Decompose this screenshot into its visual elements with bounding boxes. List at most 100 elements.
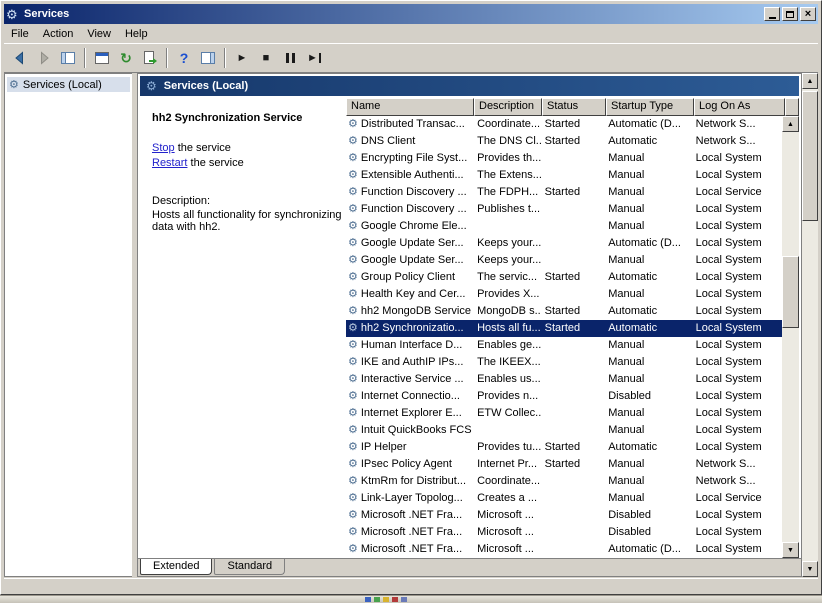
stop-icon: ■ <box>263 52 270 64</box>
service-startup-type: Manual <box>604 422 691 439</box>
service-description-cell: Coordinate... <box>473 116 541 133</box>
scroll-up-button[interactable]: ▲ <box>782 116 799 132</box>
restart-service-link[interactable]: Restart <box>152 157 187 169</box>
service-description-cell: Provides n... <box>473 388 541 405</box>
restart-service-button[interactable]: ► <box>302 46 326 70</box>
table-row[interactable]: ⚙Distributed Transac... Coordinate... St… <box>346 116 782 133</box>
table-row[interactable]: ⚙Microsoft .NET Fra... Microsoft ... Dis… <box>346 507 782 524</box>
scroll-down-button[interactable]: ▼ <box>782 542 799 558</box>
tab-standard[interactable]: Standard <box>214 559 285 575</box>
close-button[interactable]: × <box>800 7 816 21</box>
column-header-startup-type[interactable]: Startup Type <box>606 98 694 116</box>
table-row[interactable]: ⚙Google Update Ser... Keeps your... Auto… <box>346 235 782 252</box>
taskbar-icon[interactable] <box>365 597 371 602</box>
table-row[interactable]: ⚙Internet Connectio... Provides n... Dis… <box>346 388 782 405</box>
stop-service-link[interactable]: Stop <box>152 142 175 154</box>
table-row[interactable]: ⚙Extensible Authenti... The Extens... Ma… <box>346 167 782 184</box>
selected-service-title: hh2 Synchronization Service <box>152 112 336 124</box>
start-service-button[interactable]: ► <box>230 46 254 70</box>
column-header-status[interactable]: Status <box>542 98 606 116</box>
help-button[interactable]: ? <box>172 46 196 70</box>
table-row[interactable]: ⚙KtmRm for Distribut... Coordinate... Ma… <box>346 473 782 490</box>
taskbar-icon[interactable] <box>383 597 389 602</box>
column-header-name[interactable]: Name <box>346 98 474 116</box>
service-name: Internet Connectio... <box>361 388 460 405</box>
forward-arrow-icon <box>36 50 52 66</box>
service-gear-icon: ⚙ <box>348 286 358 303</box>
show-action-pane-button[interactable] <box>196 46 220 70</box>
service-status <box>541 541 605 558</box>
table-row[interactable]: ⚙hh2 Synchronizatio... Hosts all fu... S… <box>346 320 782 337</box>
tab-extended[interactable]: Extended <box>140 559 212 575</box>
service-startup-type: Manual <box>604 456 691 473</box>
service-description-cell: Microsoft ... <box>473 541 541 558</box>
table-row[interactable]: ⚙hh2 MongoDB Service MongoDB s... Starte… <box>346 303 782 320</box>
table-row[interactable]: ⚙Google Update Ser... Keeps your... Manu… <box>346 252 782 269</box>
service-log-on-as: Local System <box>692 354 782 371</box>
table-row[interactable]: ⚙Health Key and Cer... Provides X... Man… <box>346 286 782 303</box>
scroll-up-button[interactable]: ▲ <box>802 73 818 89</box>
service-status <box>541 507 605 524</box>
table-row[interactable]: ⚙Intuit QuickBooks FCS Manual Local Syst… <box>346 422 782 439</box>
service-gear-icon: ⚙ <box>348 524 358 541</box>
title-bar[interactable]: ⚙ Services × <box>4 4 818 24</box>
scroll-down-button[interactable]: ▼ <box>802 561 818 577</box>
service-gear-icon: ⚙ <box>348 252 358 269</box>
taskbar-icon[interactable] <box>401 597 407 602</box>
table-row[interactable]: ⚙DNS Client The DNS Cl... Started Automa… <box>346 133 782 150</box>
service-startup-type: Manual <box>604 184 691 201</box>
tree-item-services-local[interactable]: ⚙ Services (Local) <box>7 77 130 92</box>
table-row[interactable]: ⚙Microsoft .NET Fra... Microsoft ... Dis… <box>346 524 782 541</box>
table-row[interactable]: ⚙IKE and AuthIP IPs... The IKEEX... Manu… <box>346 354 782 371</box>
toolbar-separator <box>224 48 226 68</box>
table-row[interactable]: ⚙Encrypting File Syst... Provides th... … <box>346 150 782 167</box>
table-row[interactable]: ⚙Google Chrome Ele... Manual Local Syste… <box>346 218 782 235</box>
menu-item[interactable]: File <box>4 26 36 42</box>
show-console-tree-button[interactable] <box>56 46 80 70</box>
service-startup-type: Manual <box>604 371 691 388</box>
service-name: Human Interface D... <box>361 337 463 354</box>
stop-service-button[interactable]: ■ <box>254 46 278 70</box>
service-log-on-as: Local Service <box>692 184 782 201</box>
column-header-log-on-as[interactable]: Log On As <box>694 98 785 116</box>
pane-vertical-scrollbar[interactable]: ▲ ▼ <box>802 73 818 577</box>
table-row[interactable]: ⚙Microsoft .NET Fra... Microsoft ... Aut… <box>346 541 782 558</box>
service-description-cell: The servic... <box>473 269 541 286</box>
refresh-button[interactable]: ↻ <box>114 46 138 70</box>
service-name: KtmRm for Distribut... <box>361 473 466 490</box>
banner-title: Services (Local) <box>164 80 248 92</box>
pause-service-button[interactable] <box>278 46 302 70</box>
toolbar-separator <box>84 48 86 68</box>
scrollbar-thumb[interactable] <box>802 91 818 221</box>
menu-item[interactable]: View <box>80 26 118 42</box>
taskbar-sliver[interactable] <box>0 595 822 603</box>
restore-button[interactable] <box>782 7 798 21</box>
taskbar-icon[interactable] <box>374 597 380 602</box>
properties-button[interactable] <box>90 46 114 70</box>
column-header-description[interactable]: Description <box>474 98 542 116</box>
menu-item[interactable]: Action <box>36 26 81 42</box>
table-row[interactable]: ⚙Link-Layer Topolog... Creates a ... Man… <box>346 490 782 507</box>
menu-item[interactable]: Help <box>118 26 155 42</box>
forward-button[interactable] <box>32 46 56 70</box>
service-name: Encrypting File Syst... <box>361 150 467 167</box>
service-gear-icon: ⚙ <box>348 116 358 133</box>
table-row[interactable]: ⚙Interactive Service ... Enables us... M… <box>346 371 782 388</box>
table-row[interactable]: ⚙Internet Explorer E... ETW Collec... Ma… <box>346 405 782 422</box>
export-list-button[interactable] <box>138 46 162 70</box>
service-gear-icon: ⚙ <box>348 405 358 422</box>
minimize-button[interactable] <box>764 7 780 21</box>
table-row[interactable]: ⚙Function Discovery ... The FDPH... Star… <box>346 184 782 201</box>
service-status <box>541 252 605 269</box>
service-status <box>541 422 605 439</box>
table-row[interactable]: ⚙IP Helper Provides tu... Started Automa… <box>346 439 782 456</box>
back-button[interactable] <box>8 46 32 70</box>
list-vertical-scrollbar[interactable]: ▲ ▼ <box>782 116 799 558</box>
scrollbar-thumb[interactable] <box>782 256 799 328</box>
table-row[interactable]: ⚙Function Discovery ... Publishes t... M… <box>346 201 782 218</box>
taskbar-icon[interactable] <box>392 597 398 602</box>
table-row[interactable]: ⚙Human Interface D... Enables ge... Manu… <box>346 337 782 354</box>
table-row[interactable]: ⚙IPsec Policy Agent Internet Pr... Start… <box>346 456 782 473</box>
service-status: Started <box>541 269 605 286</box>
table-row[interactable]: ⚙Group Policy Client The servic... Start… <box>346 269 782 286</box>
